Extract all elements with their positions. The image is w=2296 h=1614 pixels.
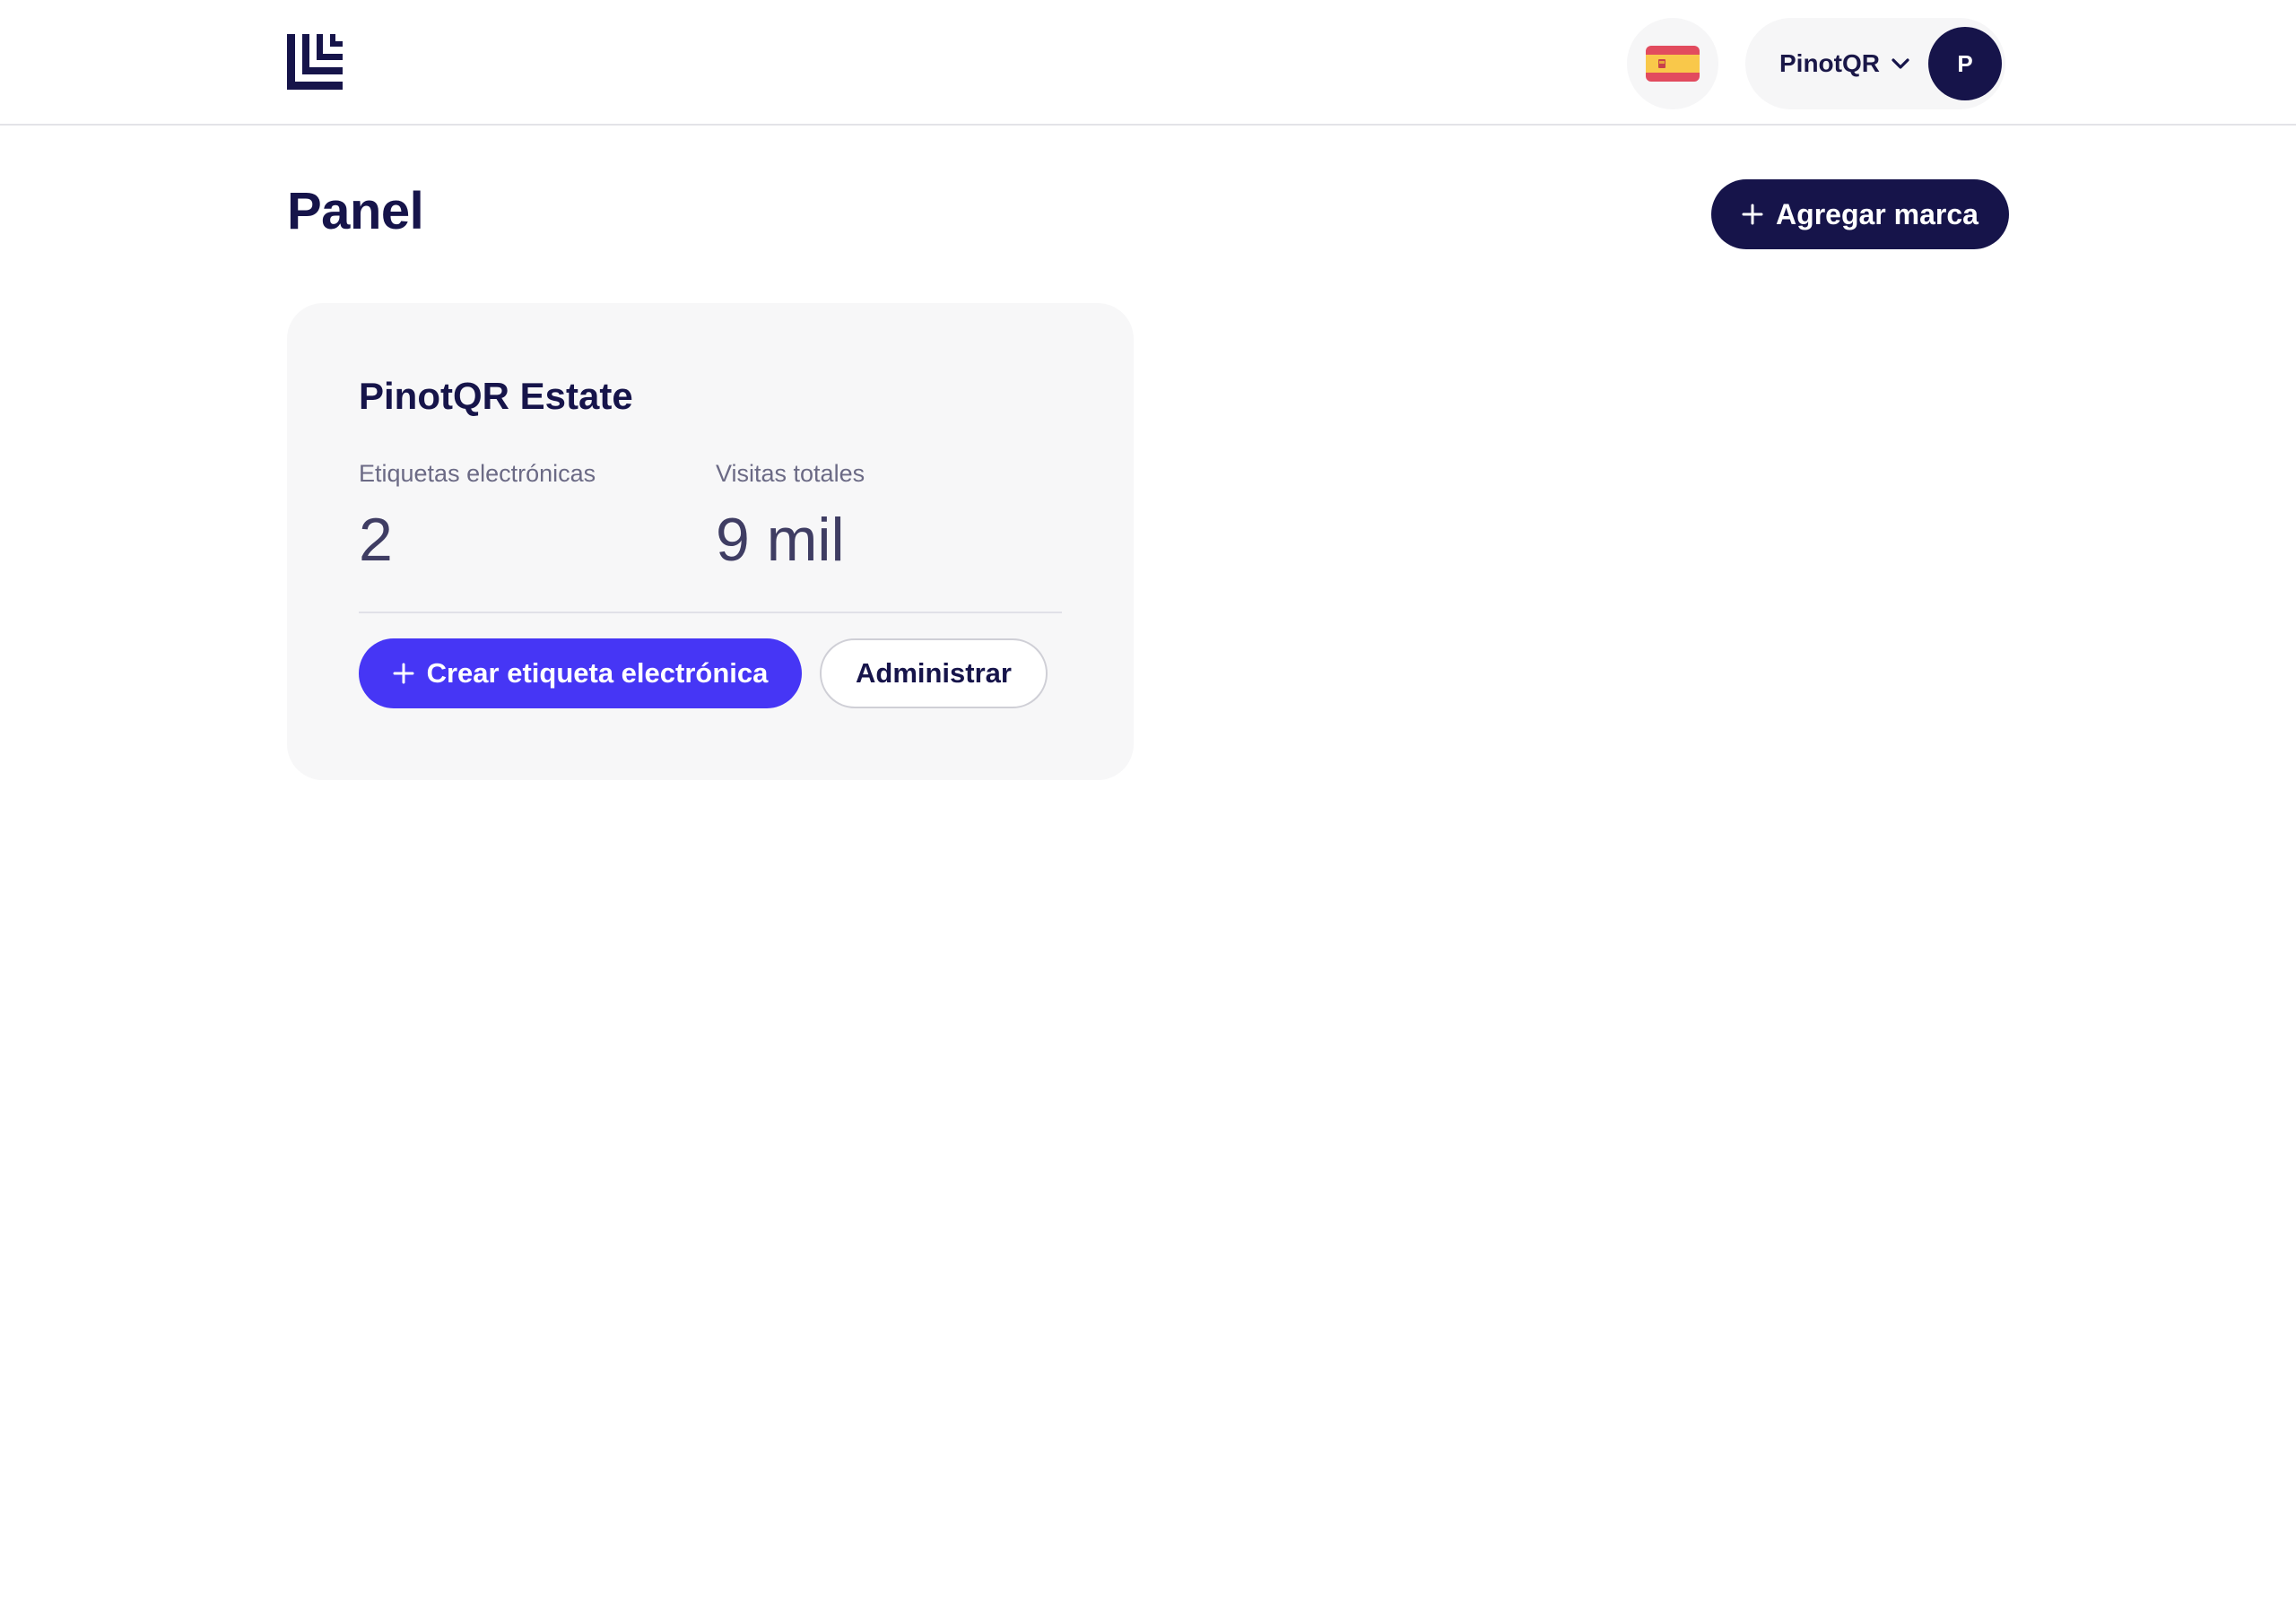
add-brand-button[interactable]: Agregar marca xyxy=(1711,179,2009,249)
language-selector-button[interactable] xyxy=(1627,18,1718,109)
stat-value-total-visits: 9 mil xyxy=(716,506,845,574)
top-navigation-bar: PinotQR P xyxy=(0,0,2296,126)
stat-label-total-visits: Visitas totales xyxy=(716,460,865,487)
plus-icon xyxy=(393,663,414,684)
plus-icon xyxy=(1742,204,1763,225)
create-electronic-label-text: Crear etiqueta electrónica xyxy=(426,657,769,689)
spain-flag-icon xyxy=(1646,46,1700,82)
brand-card: PinotQR Estate Etiquetas electrónicas 2 … xyxy=(287,303,1134,780)
account-name: PinotQR xyxy=(1779,49,1880,77)
avatar: P xyxy=(1928,27,2002,100)
add-brand-label: Agregar marca xyxy=(1776,197,1979,230)
manage-button[interactable]: Administrar xyxy=(820,638,1048,708)
brand-name: PinotQR Estate xyxy=(359,375,633,417)
create-electronic-label-button[interactable]: Crear etiqueta electrónica xyxy=(359,638,802,708)
stat-label-electronic-labels: Etiquetas electrónicas xyxy=(359,460,596,487)
chevron-down-icon xyxy=(1892,58,1909,69)
page-title: Panel xyxy=(287,182,424,240)
stat-value-electronic-labels: 2 xyxy=(359,506,393,574)
account-menu-button[interactable]: PinotQR P xyxy=(1745,18,2005,109)
pinotqr-logo-icon[interactable] xyxy=(287,34,343,90)
card-divider xyxy=(359,612,1062,613)
